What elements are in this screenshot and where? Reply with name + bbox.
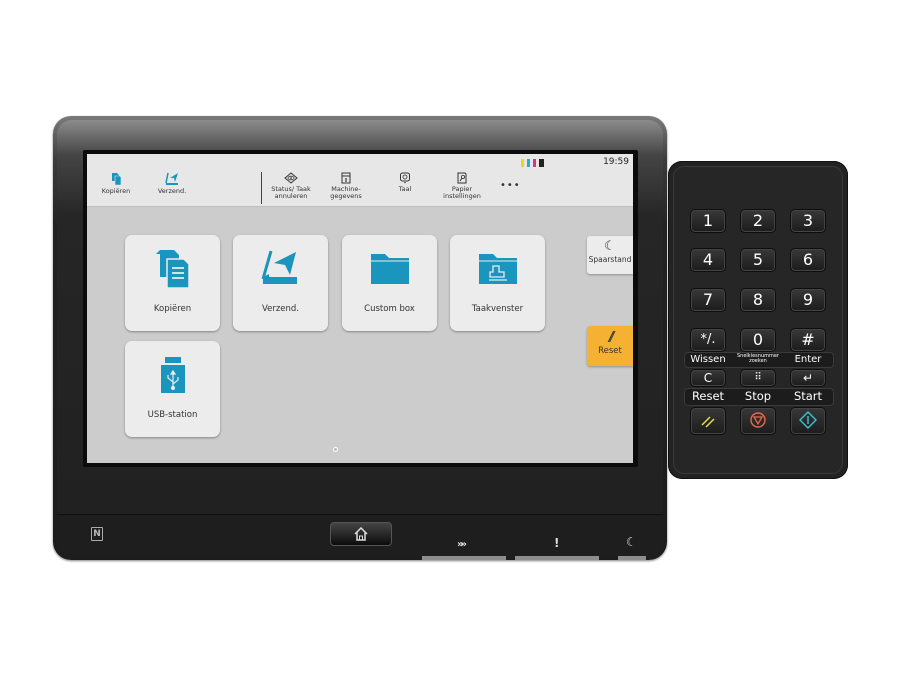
send-icon (164, 172, 178, 185)
machine-info-label: Machine-gegevens (330, 185, 362, 200)
quick-send-button[interactable]: Verzend. (155, 172, 189, 195)
toner-magenta-indicator (533, 159, 536, 167)
key-3[interactable]: 3 (790, 209, 826, 233)
quick-bar-divider (261, 172, 262, 204)
clear-label: Wissen (690, 354, 726, 365)
quick-number-search-label: Snelkiesnummer zoeken (737, 353, 779, 364)
processing-led (422, 556, 506, 560)
key-2[interactable]: 2 (740, 209, 776, 233)
language-label: Taal (398, 185, 412, 193)
energy-saver-button[interactable]: ☾ Spaarstand (587, 236, 633, 274)
key-hash[interactable]: # (790, 328, 826, 352)
quick-send-label: Verzend. (157, 187, 187, 195)
sleep-indicator-icon: ☾ (626, 535, 637, 549)
home-icon (354, 527, 368, 541)
key-4[interactable]: 4 (690, 248, 726, 272)
reset-slash-icon: // (608, 330, 615, 345)
quick-copy-button[interactable]: Kopiëren (99, 172, 133, 195)
start-icon (799, 411, 817, 429)
key-0[interactable]: 0 (740, 328, 776, 352)
machine-info-button[interactable]: Machine-gegevens (325, 172, 367, 200)
tile-copy[interactable]: Kopiëren (125, 235, 220, 331)
tile-job-box-label: Taakvenster (471, 304, 524, 314)
stop-icon (750, 412, 766, 428)
tile-copy-label: Kopiëren (153, 304, 192, 314)
tile-custom-box-label: Custom box (364, 304, 415, 314)
processing-indicator-icon: »» (457, 539, 467, 550)
send-icon (261, 250, 297, 284)
quick-access-bar: 19:59 Kopiëren Verzend. Status/ Taak ann… (87, 154, 633, 207)
moon-icon: ☾ (604, 239, 616, 254)
language-button[interactable]: Taal (390, 172, 420, 193)
quick-number-search-key[interactable]: ⠿ (740, 369, 776, 387)
key-1[interactable]: 1 (690, 209, 726, 233)
status-job-cancel-label: Status/ Taak annuleren (271, 185, 311, 200)
attention-indicator-icon: ! (554, 536, 560, 550)
key-5[interactable]: 5 (740, 248, 776, 272)
key-8[interactable]: 8 (740, 288, 776, 312)
enter-label: Enter (794, 354, 822, 365)
tile-send-label: Verzend. (261, 304, 300, 314)
reset-key[interactable] (690, 407, 726, 435)
key-6[interactable]: 6 (790, 248, 826, 272)
energy-saver-label: Spaarstand (588, 255, 632, 264)
key-star-period[interactable]: */. (690, 328, 726, 352)
clear-key[interactable]: C (690, 369, 726, 387)
clock: 19:59 (603, 157, 629, 167)
tile-usb-drive-label: USB-station (147, 410, 198, 420)
start-key[interactable] (790, 407, 826, 435)
memory-led (618, 556, 646, 560)
stop-label: Stop (744, 389, 772, 403)
reset-icon (701, 416, 715, 428)
page-indicator-dot[interactable] (333, 447, 338, 452)
key-7[interactable]: 7 (690, 288, 726, 312)
tile-custom-box[interactable]: Custom box (342, 235, 437, 331)
start-label: Start (793, 389, 823, 403)
language-icon (400, 172, 410, 184)
tile-usb-drive[interactable]: USB-station (125, 341, 220, 437)
tile-send[interactable]: Verzend. (233, 235, 328, 331)
key-9[interactable]: 9 (790, 288, 826, 312)
tile-job-box[interactable]: Taakvenster (450, 235, 545, 331)
home-button[interactable] (330, 522, 392, 546)
paper-settings-icon (457, 172, 467, 184)
screen-reset-button[interactable]: // Reset (587, 326, 633, 366)
screen-reset-label: Reset (598, 346, 622, 356)
machine-info-icon (341, 172, 351, 184)
copy-icon (155, 250, 190, 289)
paper-settings-label: Papier instellingen (443, 185, 481, 200)
paper-settings-button[interactable]: Papier instellingen (441, 172, 483, 200)
job-box-icon (478, 254, 517, 284)
enter-key[interactable]: ↵ (790, 369, 826, 387)
more-options-button[interactable]: ••• (500, 180, 521, 191)
reset-label: Reset (691, 389, 725, 403)
folder-icon (370, 254, 409, 284)
touch-screen: 19:59 Kopiëren Verzend. Status/ Taak ann… (87, 154, 633, 463)
attention-led (515, 556, 599, 560)
stop-key[interactable] (740, 407, 776, 435)
status-job-cancel-button[interactable]: Status/ Taak annuleren (267, 172, 315, 200)
quick-copy-label: Kopiëren (101, 187, 131, 195)
toner-cyan-indicator (527, 159, 530, 167)
status-eye-icon (284, 172, 298, 184)
nfc-icon: N (91, 527, 103, 541)
toner-yellow-indicator (521, 159, 524, 167)
copy-icon (112, 173, 122, 186)
toner-black-indicator (539, 159, 544, 167)
usb-icon (160, 357, 185, 393)
